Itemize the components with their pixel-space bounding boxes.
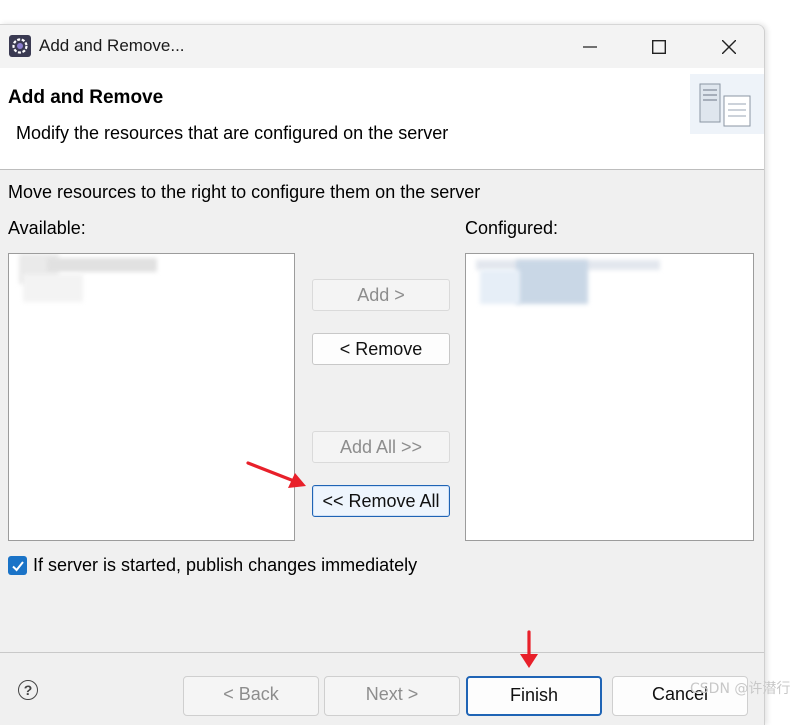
help-icon[interactable]: ? bbox=[18, 680, 38, 700]
banner-description: Modify the resources that are configured… bbox=[16, 123, 449, 143]
remove-button[interactable]: < Remove bbox=[312, 333, 450, 365]
remove-all-button[interactable]: << Remove All bbox=[312, 485, 450, 517]
close-icon bbox=[722, 39, 736, 54]
add-button[interactable]: Add > bbox=[312, 279, 450, 311]
server-config-icon bbox=[690, 74, 764, 134]
banner-title: Add and Remove bbox=[8, 87, 164, 108]
watermark: CSDN @许潜行 bbox=[690, 681, 791, 697]
minimize-button[interactable] bbox=[555, 25, 625, 68]
checkmark-icon bbox=[11, 560, 24, 571]
add-all-button[interactable]: Add All >> bbox=[312, 431, 450, 463]
next-button[interactable]: Next > bbox=[324, 676, 460, 716]
publish-checkbox-row[interactable]: If server is started, publish changes im… bbox=[8, 555, 417, 576]
add-remove-dialog: Add and Remove... Add and Remove Modify … bbox=[0, 24, 765, 725]
window-title: Add and Remove... bbox=[39, 36, 185, 55]
publish-checkbox[interactable] bbox=[8, 556, 27, 575]
annotation-arrow-icon bbox=[520, 630, 538, 668]
close-button[interactable] bbox=[694, 25, 764, 68]
annotation-arrow-icon bbox=[246, 461, 306, 488]
instruction-text: Move resources to the right to configure… bbox=[8, 182, 481, 202]
configured-label: Configured: bbox=[465, 218, 559, 238]
maximize-button[interactable] bbox=[624, 25, 694, 68]
available-list[interactable] bbox=[8, 253, 295, 541]
wizard-banner: Add and Remove Modify the resources that… bbox=[0, 68, 764, 170]
minimize-icon bbox=[583, 45, 597, 48]
title-bar[interactable]: Add and Remove... bbox=[0, 25, 764, 68]
maximize-icon bbox=[652, 39, 666, 54]
finish-button[interactable]: Finish bbox=[466, 676, 602, 716]
eclipse-app-icon bbox=[9, 35, 31, 57]
footer-separator bbox=[0, 652, 764, 653]
available-label: Available: bbox=[8, 218, 86, 238]
back-button[interactable]: < Back bbox=[183, 676, 319, 716]
publish-checkbox-label: If server is started, publish changes im… bbox=[33, 555, 418, 575]
configured-list[interactable] bbox=[465, 253, 754, 541]
